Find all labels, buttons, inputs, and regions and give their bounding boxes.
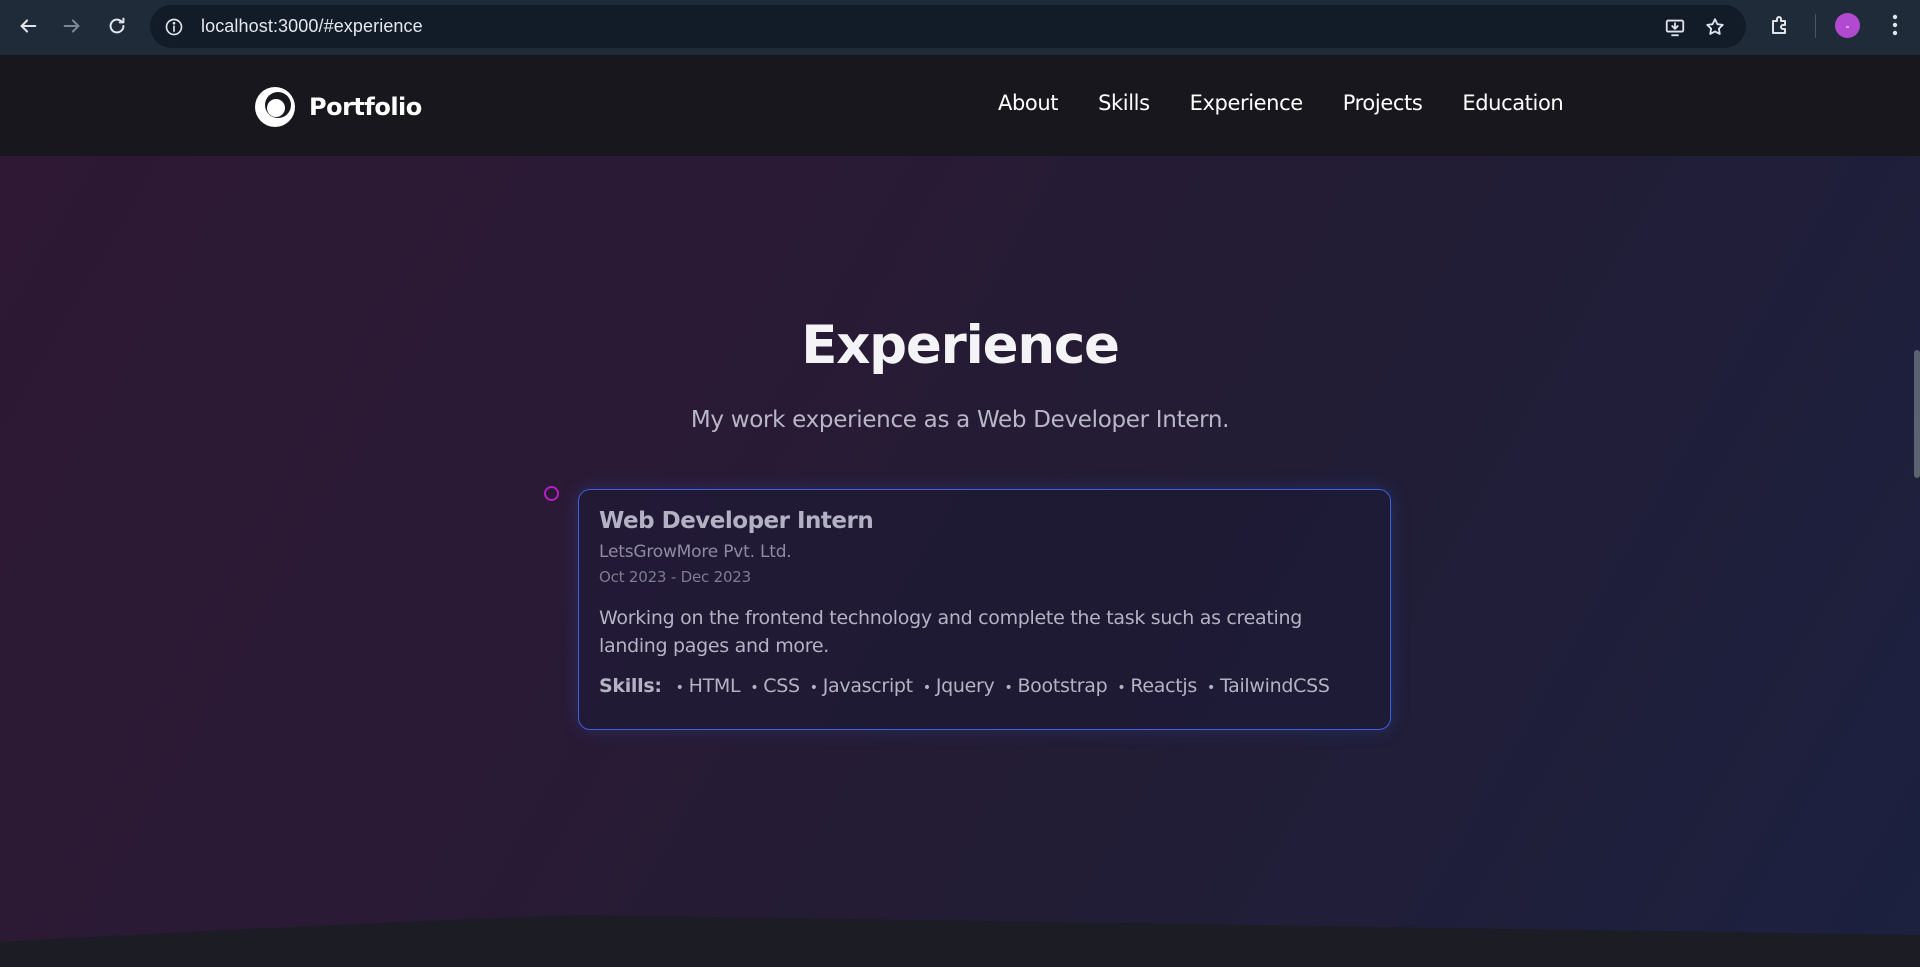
skill-tag: Jquery <box>923 675 995 697</box>
skill-tag: HTML <box>676 675 741 697</box>
nav-link-about[interactable]: About <box>998 91 1058 115</box>
section-title: Experience <box>801 315 1120 376</box>
profile-initial: - <box>1845 18 1850 33</box>
page-viewport: Portfolio About Skills Experience Projec… <box>0 55 1920 967</box>
install-app-icon[interactable] <box>1664 16 1686 38</box>
skill-tag: TailwindCSS <box>1207 675 1330 697</box>
experience-role: Web Developer Intern <box>599 508 874 534</box>
skill-tag: Reactjs <box>1117 675 1197 697</box>
logo-icon <box>255 87 295 127</box>
browser-toolbar: localhost:3000/#experience - <box>0 0 1920 55</box>
puzzle-icon[interactable] <box>1766 10 1796 40</box>
skill-tag: Bootstrap <box>1004 675 1107 697</box>
section-divider-wave <box>0 915 1920 967</box>
skills-label: Skills: <box>599 675 662 697</box>
reload-icon[interactable] <box>95 4 139 48</box>
scrollbar-thumb[interactable] <box>1914 350 1920 478</box>
toolbar-divider <box>1815 14 1816 38</box>
site-header: Portfolio About Skills Experience Projec… <box>0 55 1920 156</box>
experience-company: LetsGrowMore Pvt. Ltd. <box>599 542 792 562</box>
logo-text: Portfolio <box>309 93 422 121</box>
logo[interactable]: Portfolio <box>253 85 422 129</box>
main-nav: About Skills Experience Projects Educati… <box>998 91 1564 115</box>
forward-arrow-icon[interactable] <box>50 4 94 48</box>
experience-skills: Skills: HTML CSS Javascript Jquery Boots… <box>599 675 1370 697</box>
section-subtitle: My work experience as a Web Developer In… <box>690 407 1230 433</box>
nav-link-skills[interactable]: Skills <box>1098 91 1150 115</box>
skill-tag: Javascript <box>810 675 913 697</box>
info-icon[interactable] <box>153 6 195 48</box>
skill-tag: CSS <box>750 675 800 697</box>
nav-link-projects[interactable]: Projects <box>1343 91 1423 115</box>
experience-card: Web Developer Intern LetsGrowMore Pvt. L… <box>578 489 1391 730</box>
nav-link-experience[interactable]: Experience <box>1190 91 1304 115</box>
kebab-menu-icon[interactable] <box>1880 10 1910 40</box>
nav-link-education[interactable]: Education <box>1462 91 1563 115</box>
experience-description: Working on the frontend technology and c… <box>599 607 1303 657</box>
timeline-dot <box>544 486 559 501</box>
back-arrow-icon[interactable] <box>6 4 50 48</box>
profile-avatar[interactable]: - <box>1835 13 1860 38</box>
url-text[interactable]: localhost:3000/#experience <box>201 16 423 37</box>
address-bar[interactable]: localhost:3000/#experience <box>150 5 1746 48</box>
experience-date: Oct 2023 - Dec 2023 <box>599 568 751 586</box>
star-icon[interactable] <box>1704 16 1726 38</box>
